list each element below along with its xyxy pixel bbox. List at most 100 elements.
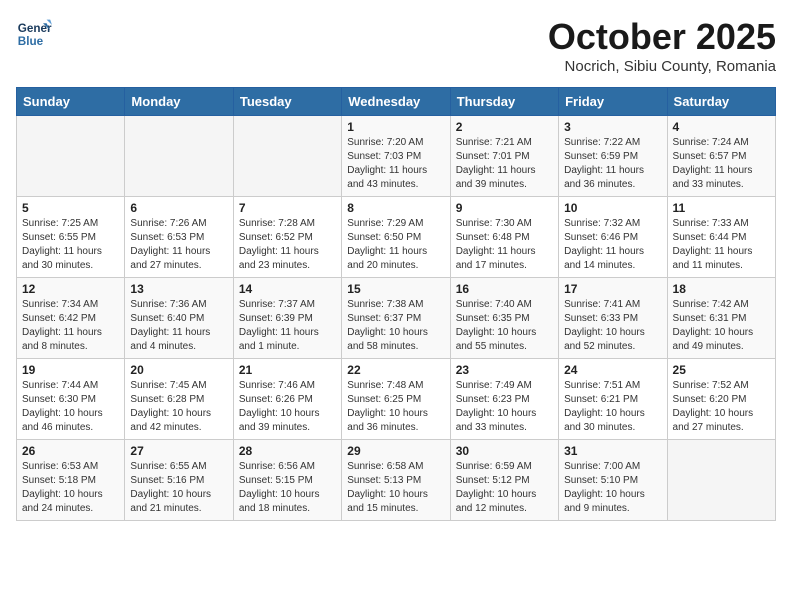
cell-content: Sunrise: 7:32 AM Sunset: 6:46 PM Dayligh… — [564, 217, 661, 273]
day-number: 19 — [22, 363, 119, 377]
calendar-cell-w1-d7: 4 Sunrise: 7:24 AM Sunset: 6:57 PM Daylig… — [667, 116, 775, 197]
day-number: 24 — [564, 363, 661, 377]
calendar-cell-w5-d5: 30 Sunrise: 6:59 AM Sunset: 5:12 PM Dayli… — [450, 440, 558, 521]
day-number: 13 — [130, 282, 227, 296]
day-number: 11 — [673, 201, 770, 215]
calendar-cell-w1-d4: 1 Sunrise: 7:20 AM Sunset: 7:03 PM Daylig… — [342, 116, 450, 197]
cell-content: Sunrise: 7:00 AM Sunset: 5:10 PM Dayligh… — [564, 460, 661, 516]
day-number: 26 — [22, 444, 119, 458]
cell-content: Sunrise: 6:56 AM Sunset: 5:15 PM Dayligh… — [239, 460, 336, 516]
day-number: 27 — [130, 444, 227, 458]
calendar-cell-w2-d2: 6 Sunrise: 7:26 AM Sunset: 6:53 PM Daylig… — [125, 197, 233, 278]
calendar-cell-w4-d3: 21 Sunrise: 7:46 AM Sunset: 6:26 PM Dayli… — [233, 359, 341, 440]
cell-content: Sunrise: 7:52 AM Sunset: 6:20 PM Dayligh… — [673, 379, 770, 435]
cell-content: Sunrise: 7:30 AM Sunset: 6:48 PM Dayligh… — [456, 217, 553, 273]
cell-content: Sunrise: 7:29 AM Sunset: 6:50 PM Dayligh… — [347, 217, 444, 273]
day-number: 6 — [130, 201, 227, 215]
day-number: 1 — [347, 120, 444, 134]
day-number: 5 — [22, 201, 119, 215]
calendar-cell-w5-d6: 31 Sunrise: 7:00 AM Sunset: 5:10 PM Dayli… — [559, 440, 667, 521]
cell-content: Sunrise: 7:21 AM Sunset: 7:01 PM Dayligh… — [456, 136, 553, 192]
day-number: 17 — [564, 282, 661, 296]
cell-content: Sunrise: 7:45 AM Sunset: 6:28 PM Dayligh… — [130, 379, 227, 435]
day-number: 22 — [347, 363, 444, 377]
calendar-cell-w3-d6: 17 Sunrise: 7:41 AM Sunset: 6:33 PM Dayli… — [559, 278, 667, 359]
day-number: 7 — [239, 201, 336, 215]
header-thursday: Thursday — [450, 88, 558, 116]
calendar-cell-w3-d1: 12Sunrise: 7:34 AM Sunset: 6:42 PM Dayli… — [17, 278, 125, 359]
calendar-cell-w3-d4: 15 Sunrise: 7:38 AM Sunset: 6:37 PM Dayli… — [342, 278, 450, 359]
cell-content: Sunrise: 7:24 AM Sunset: 6:57 PM Dayligh… — [673, 136, 770, 192]
calendar-cell-w1-d5: 2Sunrise: 7:21 AM Sunset: 7:01 PM Daylig… — [450, 116, 558, 197]
cell-content: Sunrise: 6:55 AM Sunset: 5:16 PM Dayligh… — [130, 460, 227, 516]
cell-content: Sunrise: 7:22 AM Sunset: 6:59 PM Dayligh… — [564, 136, 661, 192]
cell-content: Sunrise: 7:25 AM Sunset: 6:55 PM Dayligh… — [22, 217, 119, 273]
month-title: October 2025 — [548, 16, 776, 58]
cell-content: Sunrise: 7:28 AM Sunset: 6:52 PM Dayligh… — [239, 217, 336, 273]
day-number: 23 — [456, 363, 553, 377]
calendar-cell-w1-d6: 3Sunrise: 7:22 AM Sunset: 6:59 PM Daylig… — [559, 116, 667, 197]
calendar-cell-w2-d7: 11 Sunrise: 7:33 AM Sunset: 6:44 PM Dayli… — [667, 197, 775, 278]
svg-text:Blue: Blue — [18, 35, 44, 48]
cell-content: Sunrise: 7:46 AM Sunset: 6:26 PM Dayligh… — [239, 379, 336, 435]
calendar-cell-w4-d1: 19Sunrise: 7:44 AM Sunset: 6:30 PM Dayli… — [17, 359, 125, 440]
day-number: 10 — [564, 201, 661, 215]
calendar-cell-w2-d6: 10 Sunrise: 7:32 AM Sunset: 6:46 PM Dayli… — [559, 197, 667, 278]
calendar-cell-w1-d1 — [17, 116, 125, 197]
calendar-cell-w2-d1: 5 Sunrise: 7:25 AM Sunset: 6:55 PM Daylig… — [17, 197, 125, 278]
calendar-cell-w3-d7: 18 Sunrise: 7:42 AM Sunset: 6:31 PM Dayli… — [667, 278, 775, 359]
cell-content: Sunrise: 7:49 AM Sunset: 6:23 PM Dayligh… — [456, 379, 553, 435]
calendar-header-row: Sunday Monday Tuesday Wednesday Thursday… — [17, 88, 776, 116]
day-number: 16 — [456, 282, 553, 296]
calendar-cell-w2-d4: 8 Sunrise: 7:29 AM Sunset: 6:50 PM Daylig… — [342, 197, 450, 278]
header-saturday: Saturday — [667, 88, 775, 116]
title-section: October 2025 Nocrich, Sibiu County, Roma… — [548, 16, 776, 75]
calendar-week-1: 1 Sunrise: 7:20 AM Sunset: 7:03 PM Daylig… — [17, 116, 776, 197]
calendar-cell-w1-d3 — [233, 116, 341, 197]
day-number: 31 — [564, 444, 661, 458]
calendar-cell-w5-d2: 27 Sunrise: 6:55 AM Sunset: 5:16 PM Dayli… — [125, 440, 233, 521]
logo-icon: General Blue — [16, 16, 52, 52]
calendar-cell-w4-d2: 20 Sunrise: 7:45 AM Sunset: 6:28 PM Dayli… — [125, 359, 233, 440]
calendar-cell-w2-d3: 7 Sunrise: 7:28 AM Sunset: 6:52 PM Daylig… — [233, 197, 341, 278]
header-monday: Monday — [125, 88, 233, 116]
day-number: 8 — [347, 201, 444, 215]
cell-content: Sunrise: 7:37 AM Sunset: 6:39 PM Dayligh… — [239, 298, 336, 354]
day-number: 21 — [239, 363, 336, 377]
header-friday: Friday — [559, 88, 667, 116]
calendar-cell-w5-d4: 29Sunrise: 6:58 AM Sunset: 5:13 PM Dayli… — [342, 440, 450, 521]
cell-content: Sunrise: 7:36 AM Sunset: 6:40 PM Dayligh… — [130, 298, 227, 354]
calendar-cell-w3-d5: 16Sunrise: 7:40 AM Sunset: 6:35 PM Dayli… — [450, 278, 558, 359]
day-number: 20 — [130, 363, 227, 377]
calendar-cell-w5-d1: 26Sunrise: 6:53 AM Sunset: 5:18 PM Dayli… — [17, 440, 125, 521]
calendar-cell-w3-d3: 14Sunrise: 7:37 AM Sunset: 6:39 PM Dayli… — [233, 278, 341, 359]
cell-content: Sunrise: 7:38 AM Sunset: 6:37 PM Dayligh… — [347, 298, 444, 354]
calendar-cell-w5-d3: 28Sunrise: 6:56 AM Sunset: 5:15 PM Dayli… — [233, 440, 341, 521]
calendar-cell-w4-d5: 23 Sunrise: 7:49 AM Sunset: 6:23 PM Dayli… — [450, 359, 558, 440]
calendar-cell-w1-d2 — [125, 116, 233, 197]
cell-content: Sunrise: 6:59 AM Sunset: 5:12 PM Dayligh… — [456, 460, 553, 516]
location-subtitle: Nocrich, Sibiu County, Romania — [548, 58, 776, 75]
day-number: 29 — [347, 444, 444, 458]
day-number: 18 — [673, 282, 770, 296]
cell-content: Sunrise: 7:20 AM Sunset: 7:03 PM Dayligh… — [347, 136, 444, 192]
calendar-table: Sunday Monday Tuesday Wednesday Thursday… — [16, 87, 776, 521]
cell-content: Sunrise: 7:26 AM Sunset: 6:53 PM Dayligh… — [130, 217, 227, 273]
logo: General Blue — [16, 16, 52, 52]
calendar-cell-w3-d2: 13 Sunrise: 7:36 AM Sunset: 6:40 PM Dayli… — [125, 278, 233, 359]
day-number: 30 — [456, 444, 553, 458]
cell-content: Sunrise: 7:51 AM Sunset: 6:21 PM Dayligh… — [564, 379, 661, 435]
calendar-week-5: 26Sunrise: 6:53 AM Sunset: 5:18 PM Dayli… — [17, 440, 776, 521]
day-number: 12 — [22, 282, 119, 296]
day-number: 4 — [673, 120, 770, 134]
calendar-week-3: 12Sunrise: 7:34 AM Sunset: 6:42 PM Dayli… — [17, 278, 776, 359]
cell-content: Sunrise: 7:42 AM Sunset: 6:31 PM Dayligh… — [673, 298, 770, 354]
calendar-cell-w4-d6: 24 Sunrise: 7:51 AM Sunset: 6:21 PM Dayli… — [559, 359, 667, 440]
calendar-week-4: 19Sunrise: 7:44 AM Sunset: 6:30 PM Dayli… — [17, 359, 776, 440]
calendar-cell-w4-d7: 25Sunrise: 7:52 AM Sunset: 6:20 PM Dayli… — [667, 359, 775, 440]
cell-content: Sunrise: 7:41 AM Sunset: 6:33 PM Dayligh… — [564, 298, 661, 354]
day-number: 15 — [347, 282, 444, 296]
cell-content: Sunrise: 7:48 AM Sunset: 6:25 PM Dayligh… — [347, 379, 444, 435]
header-wednesday: Wednesday — [342, 88, 450, 116]
cell-content: Sunrise: 7:33 AM Sunset: 6:44 PM Dayligh… — [673, 217, 770, 273]
